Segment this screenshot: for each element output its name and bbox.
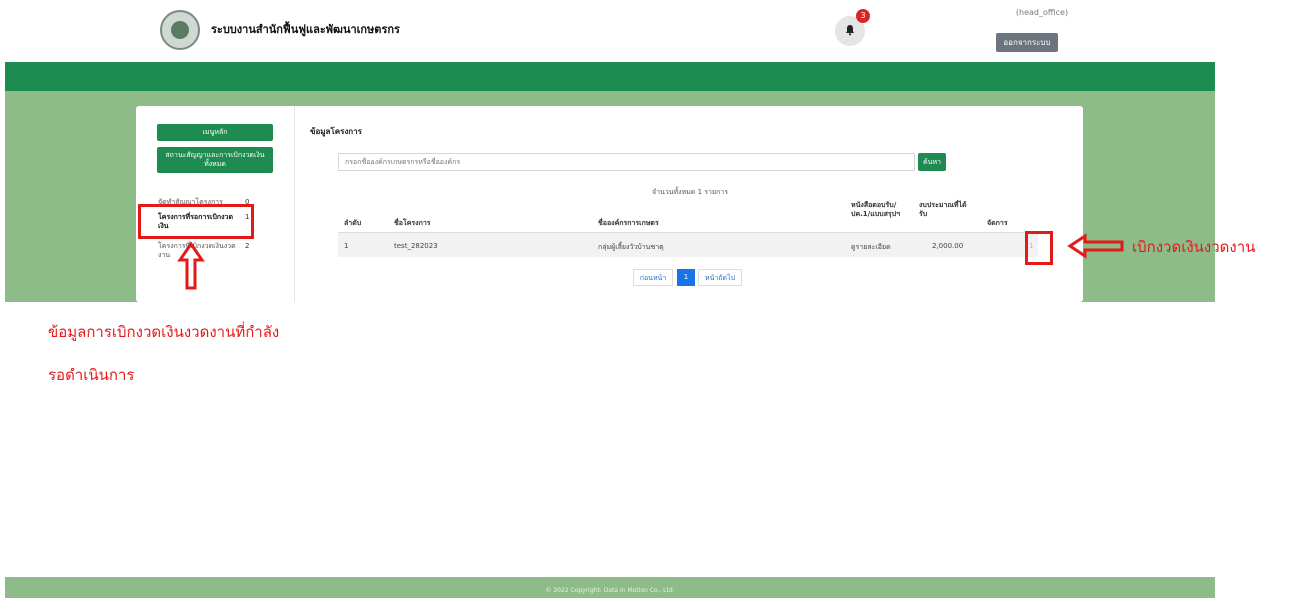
notification-badge: 3 (856, 9, 870, 23)
annotation-label-right: เบิกงวดเงินงวดงาน (1132, 238, 1256, 256)
pagination-prev[interactable]: ก่อนหน้า (633, 269, 673, 286)
total-count-text: จำนวนทั้งหมด 1 รายการ (652, 188, 728, 196)
view-details-link[interactable]: ดูรายละเอียด (851, 242, 891, 253)
navbar (5, 62, 1215, 91)
bell-icon (846, 25, 854, 36)
pagination-current[interactable]: 1 (677, 269, 695, 286)
cell-budget: 2,000.00 (932, 242, 964, 250)
user-name: (head_office) (1015, 8, 1069, 17)
cell-project-name: test_282023 (394, 242, 438, 250)
notification-button[interactable]: 3 (835, 9, 870, 46)
logo-center (171, 21, 189, 39)
contract-status-button[interactable]: สถานะสัญญาและการเบิกงวดเงินทั้งหมด (157, 147, 273, 173)
logout-button[interactable]: ออกจากระบบ (996, 33, 1058, 52)
sidebar-divider (294, 106, 295, 302)
table-header-action: จัดการ (987, 219, 1008, 227)
emblem-logo-icon (160, 10, 200, 50)
table-header-budget: งบประมาณที่ได้ รับ (919, 201, 967, 218)
table-header-document: หนังสือตอบรับ/ ปค.1/แบบสรุปฯ (851, 201, 901, 218)
section-title: ข้อมูลโครงการ (310, 127, 362, 136)
search-input[interactable] (338, 153, 915, 171)
search-button[interactable]: ค้นหา (918, 153, 946, 171)
annotation-box-action (1025, 231, 1053, 265)
footer-copyright: © 2022 Copyright: Data In Motion Co., Lt… (5, 577, 1215, 598)
site-title: ระบบงานสำนักฟื้นฟูและพัฒนาเกษตรกร (211, 23, 400, 36)
left-arrow-icon (1067, 233, 1124, 259)
annotation-label-bottom-line1: ข้อมูลการเบิกงวดเงินงวดงานที่กำลัง (48, 323, 280, 341)
cell-no: 1 (344, 242, 349, 250)
pagination-next[interactable]: หน้าถัดไป (698, 269, 742, 286)
table-header-project-name: ชื่อโครงการ (394, 219, 431, 227)
sidebar-count-disbursed: 2 (245, 242, 250, 250)
cell-org-name: กลุ่มผู้เลี้ยงวัวบ้านชาตุ (598, 243, 664, 251)
up-arrow-icon (177, 241, 205, 290)
main-menu-button[interactable]: เมนูหลัก (157, 124, 273, 141)
annotation-label-bottom-line2: รอดำเนินการ (48, 366, 135, 384)
table-header-no: ลำดับ (344, 219, 362, 227)
table-header-org-name: ชื่อองค์กรการเกษตร (598, 219, 659, 227)
annotation-box-sidebar (138, 204, 254, 239)
